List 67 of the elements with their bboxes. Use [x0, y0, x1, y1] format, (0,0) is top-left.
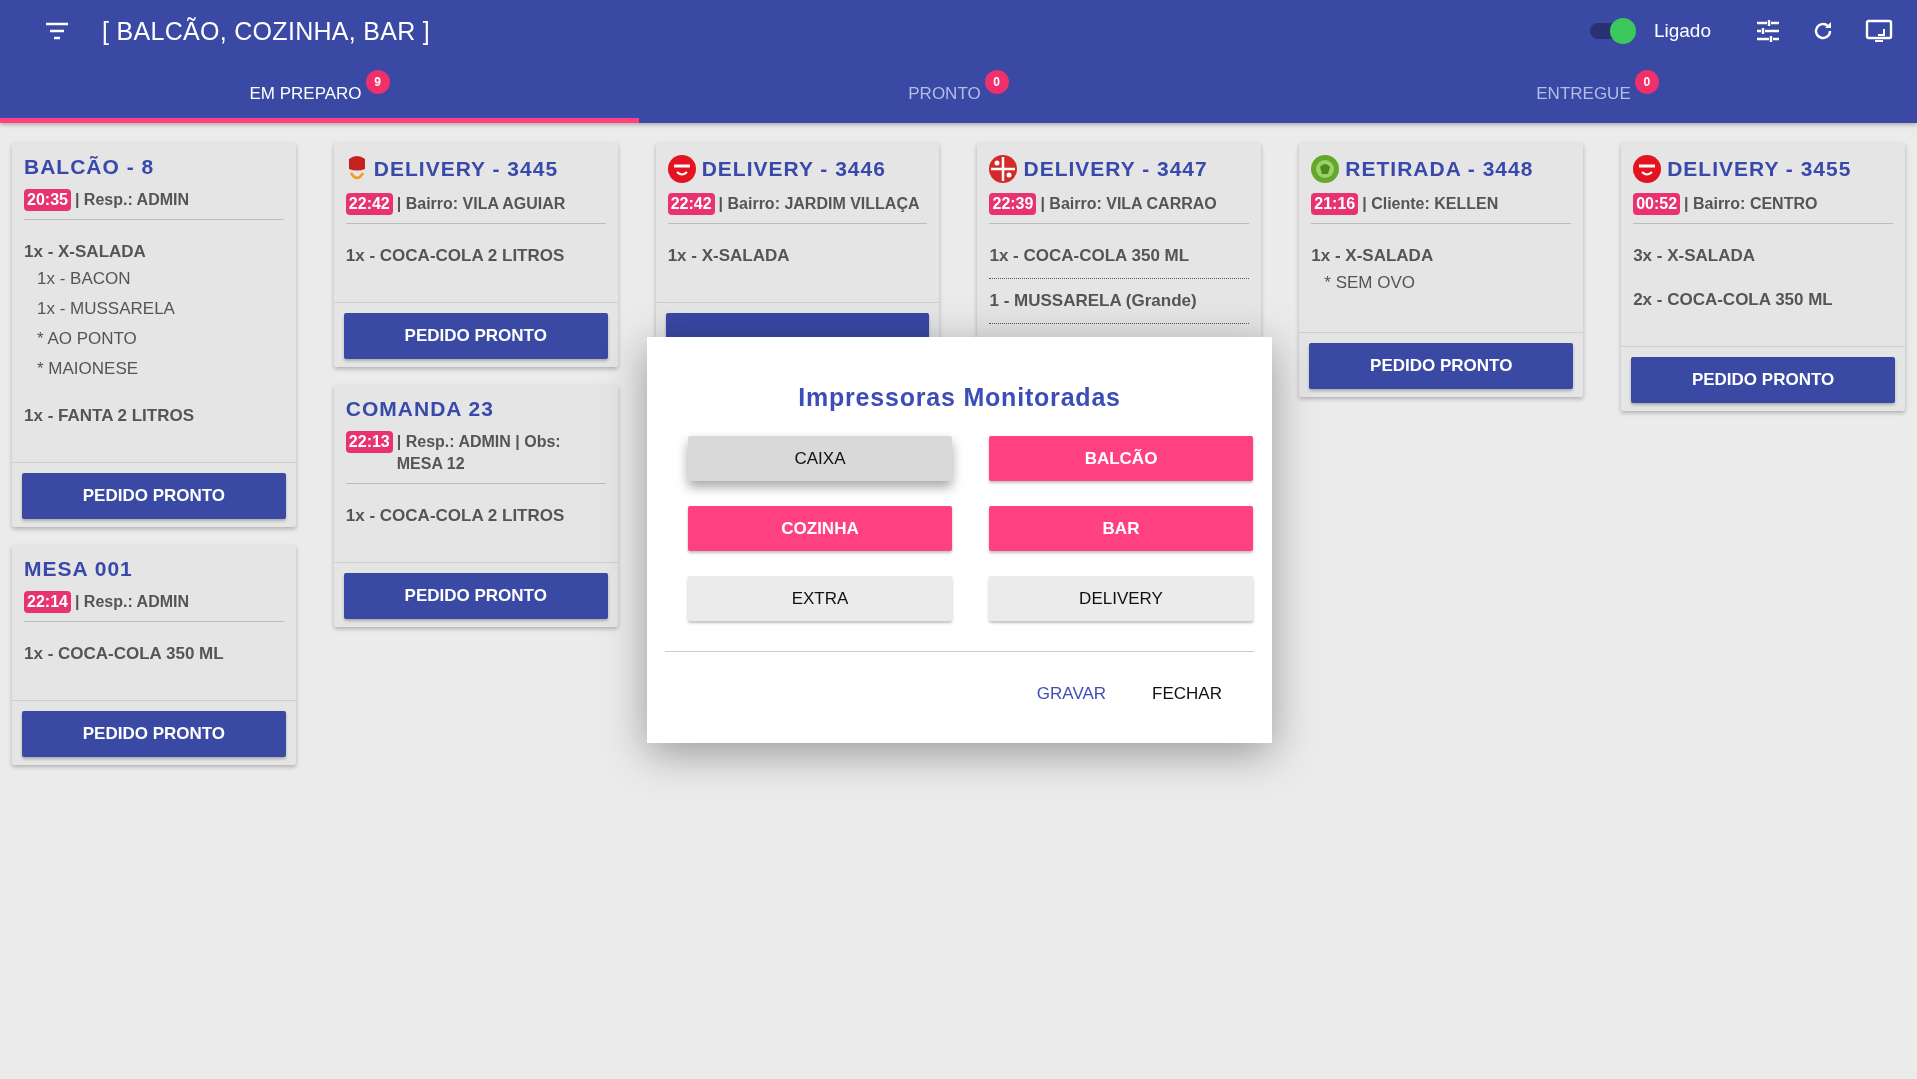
card-title: DELIVERY - 3446	[701, 157, 886, 181]
printer-toggle-button[interactable]: CAIXA	[688, 436, 952, 481]
count-badge: 0	[1634, 70, 1659, 94]
count-badge: 0	[984, 70, 1009, 94]
item-modifier: * SEM OVO	[1323, 272, 1416, 294]
ready-button[interactable]: PEDIDO PRONTO	[22, 473, 286, 519]
ready-button[interactable]: PEDIDO PRONTO	[22, 711, 286, 757]
time-badge: 22:13	[345, 431, 393, 453]
screen-icon[interactable]	[1865, 19, 1893, 43]
card-title: MESA 001	[24, 557, 133, 581]
dialog-title: Impressoras Monitoradas	[797, 383, 1122, 412]
tab[interactable]: PRONTO 0	[639, 62, 1278, 123]
order-item: 1x - X-SALADA	[667, 245, 791, 267]
printer-toggle-button[interactable]: EXTRA	[688, 576, 952, 621]
time-badge: 22:42	[345, 193, 393, 215]
logo-icon	[1311, 155, 1340, 183]
ready-button[interactable]: PEDIDO PRONTO	[1631, 357, 1895, 403]
order-item: 1x - COCA-COLA 350 ML	[24, 643, 225, 665]
time-badge: 22:39	[989, 193, 1037, 215]
tab[interactable]: EM PREPARO 9	[0, 62, 639, 123]
order-item: 1 - MUSSARELA (Grande)	[989, 290, 1198, 312]
sliders-icon[interactable]	[1755, 19, 1781, 43]
card-title: DELIVERY - 3455	[1667, 157, 1852, 181]
logo-icon	[989, 155, 1018, 183]
order-item: 1x - COCA-COLA 2 LITROS	[345, 245, 566, 267]
card-title: DELIVERY - 3445	[373, 157, 559, 181]
card-title: COMANDA 23	[345, 397, 494, 421]
order-item: 2x - COCA-COLA 350 ML	[1633, 289, 1834, 311]
card-title: BALCÃO - 8	[24, 155, 155, 179]
order-info: | Bairro: CENTRO	[1684, 194, 1819, 214]
ready-button[interactable]: PEDIDO PRONTO	[343, 313, 608, 359]
order-info: | Bairro: VILA AGUIAR	[396, 194, 567, 214]
logo-icon	[1633, 155, 1662, 183]
order-info: | Bairro: JARDIM VILLAÇA	[718, 194, 921, 214]
time-badge: 20:35	[24, 189, 71, 211]
time-badge: 21:16	[1311, 193, 1359, 215]
ready-button[interactable]: PEDIDO PRONTO	[1309, 343, 1574, 389]
toggle-label: Ligado	[1653, 20, 1711, 42]
order-info: | Resp.: ADMIN	[74, 592, 191, 612]
time-badge: 22:42	[667, 193, 715, 215]
header-title: [ BALCÃO, COZINHA, BAR ]	[102, 16, 431, 46]
order-item: 1x - COCA-COLA 350 ML	[989, 245, 1191, 267]
printer-toggle-button[interactable]: DELIVERY	[989, 576, 1253, 621]
logo-icon	[667, 155, 696, 183]
dialog-action-button[interactable]: FECHAR	[1134, 676, 1240, 712]
ready-button[interactable]: PEDIDO PRONTO	[343, 573, 608, 619]
tab[interactable]: ENTREGUE 0	[1278, 62, 1917, 123]
item-modifier: 1x - MUSSARELA	[36, 298, 176, 320]
order-info: | Cliente: KELLEN	[1362, 194, 1500, 214]
order-info: | Bairro: VILA CARRAO	[1040, 194, 1218, 214]
time-badge: 00:52	[1633, 193, 1681, 215]
order-info: | Resp.: ADMIN	[74, 190, 191, 210]
order-info: | Resp.: ADMIN | Obs: MESA 12	[396, 432, 562, 474]
dialog-action-button[interactable]: GRAVAR	[1018, 676, 1125, 712]
item-modifier: * MAIONESE	[36, 358, 140, 380]
item-modifier: * AO PONTO	[36, 328, 138, 350]
item-modifier: 1x - BACON	[36, 268, 132, 290]
time-badge: 22:14	[24, 591, 71, 613]
card-title: DELIVERY - 3447	[1023, 157, 1208, 181]
filter-icon[interactable]	[44, 22, 70, 40]
count-badge: 9	[365, 70, 390, 94]
order-item: 3x - X-SALADA	[1633, 245, 1756, 267]
order-item: 1x - COCA-COLA 2 LITROS	[345, 505, 566, 527]
card-title: RETIRADA - 3448	[1345, 157, 1534, 181]
order-item: 1x - FANTA 2 LITROS	[24, 405, 196, 427]
order-item: 1x - X-SALADA	[24, 241, 147, 263]
order-item: 1x - X-SALADA	[1311, 245, 1435, 267]
